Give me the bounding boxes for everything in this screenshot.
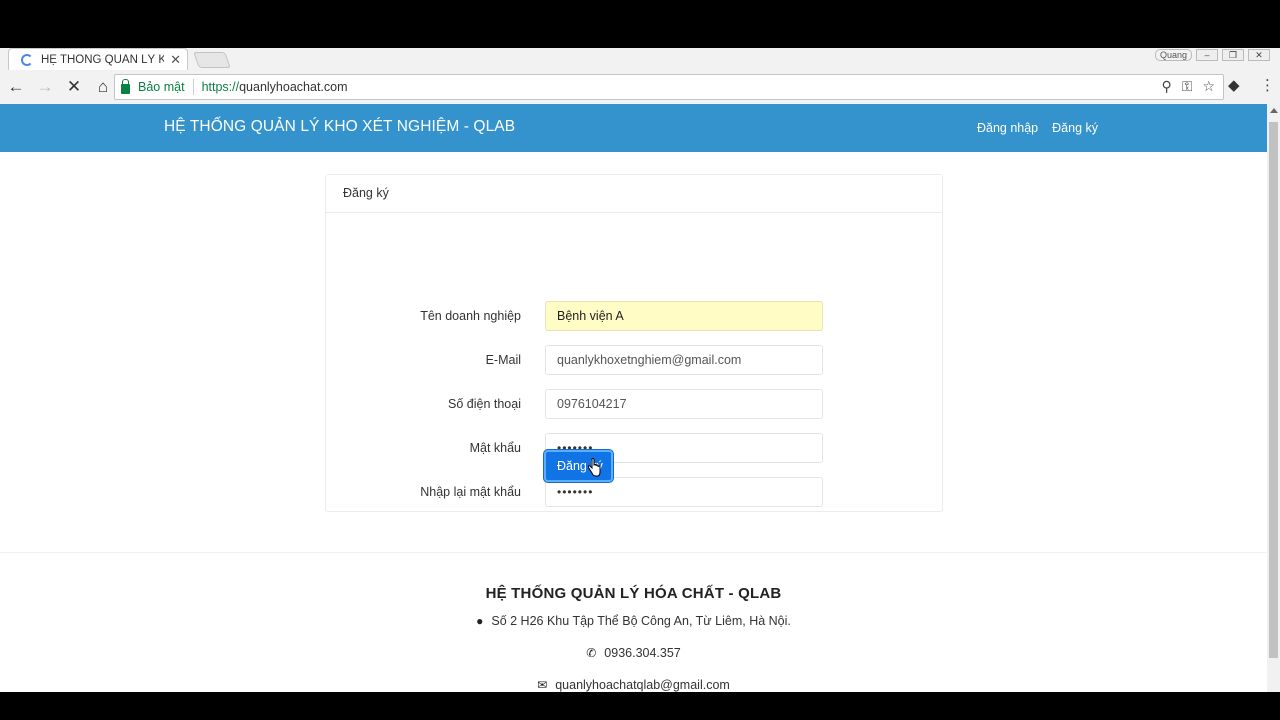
confirm-password-row: Nhập lại mật khẩu •••••••	[326, 477, 944, 507]
scroll-thumb[interactable]	[1269, 122, 1278, 658]
footer-address: ● Số 2 H26 Khu Tập Thể Bộ Công An, Từ Liê…	[0, 614, 1267, 628]
footer-phone: ✆ 0936.304.357	[0, 646, 1267, 660]
nav-login-link[interactable]: Đăng nhập	[977, 121, 1038, 135]
back-arrow-icon[interactable]: ←	[3, 74, 29, 100]
footer-divider	[0, 552, 1267, 553]
company-row: Tên doanh nghiệp Bệnh viện A	[326, 301, 944, 331]
url-text[interactable]: https://quanlyhoachat.com	[202, 80, 348, 94]
stop-loading-icon[interactable]: ✕	[61, 74, 87, 100]
key-icon[interactable]: ⚿	[1182, 78, 1193, 95]
lock-icon	[121, 79, 130, 94]
omnibox-icons: ⚲ ⚿ ☆	[1162, 78, 1215, 95]
browser-tab[interactable]: HỆ THỐNG QUẢN LÝ KH ✕	[8, 48, 188, 70]
phone-icon: ✆	[586, 646, 597, 660]
map-pin-icon: ●	[476, 614, 484, 628]
new-tab-button[interactable]	[193, 52, 231, 68]
nav-links: Đăng nhập Đăng ký	[977, 121, 1098, 135]
email-row: E-Mail quanlykhoxetnghiem@gmail.com	[326, 345, 944, 375]
password-row: Mật khẩu •••••••	[326, 433, 944, 463]
site-navbar: HỆ THỐNG QUẢN LÝ KHO XÉT NGHIỆM - QLAB Đ…	[0, 104, 1267, 152]
forward-arrow-icon[interactable]: →	[32, 74, 58, 100]
footer-address-text: Số 2 H26 Khu Tập Thể Bộ Công An, Từ Liêm…	[491, 614, 791, 628]
address-bar[interactable]: Bảo mật https://quanlyhoachat.com ⚲ ⚿ ☆	[114, 74, 1224, 100]
restore-icon[interactable]: ❐	[1222, 49, 1244, 61]
browser-toolbar: ← → ✕ ⌂ Bảo mật https://quanlyhoachat.co…	[0, 70, 1280, 104]
divider	[192, 79, 194, 95]
letterbox-bottom	[0, 692, 1280, 720]
scroll-up-icon[interactable]	[1270, 108, 1278, 113]
company-input[interactable]: Bệnh viện A	[545, 301, 823, 331]
hand-cursor-icon	[587, 458, 601, 477]
url-scheme: https://	[201, 80, 240, 94]
register-submit-button[interactable]: Đăng ký	[544, 450, 613, 482]
page-viewport: HỆ THỐNG QUẢN LÝ KHO XÉT NGHIỆM - QLAB Đ…	[0, 104, 1267, 692]
browser-chrome: HỆ THỐNG QUẢN LÝ KH ✕ Quang – ❐ ✕ ← → ✕ …	[0, 48, 1280, 104]
star-icon[interactable]: ☆	[1202, 78, 1215, 95]
loading-spinner-icon	[21, 53, 33, 66]
menu-dots-icon[interactable]: ⋮	[1260, 76, 1275, 94]
envelope-icon: ✉	[537, 678, 548, 692]
phone-label: Số điện thoại	[448, 397, 521, 411]
email-input[interactable]: quanlykhoxetnghiem@gmail.com	[545, 345, 823, 375]
phone-row: Số điện thoại 0976104217	[326, 389, 944, 419]
footer-phone-text: 0936.304.357	[604, 646, 681, 660]
register-card: Đăng ký Tên doanh nghiệp Bệnh viện A E-M…	[325, 174, 943, 512]
email-label: E-Mail	[485, 353, 521, 367]
letterbox-top	[0, 0, 1280, 48]
zoom-icon[interactable]: ⚲	[1162, 78, 1172, 95]
tab-strip: HỆ THỐNG QUẢN LÝ KH ✕ Quang – ❐ ✕	[0, 48, 1280, 70]
extension-eraser-icon[interactable]: ◆	[1228, 76, 1240, 94]
nav-register-link[interactable]: Đăng ký	[1052, 121, 1098, 135]
url-host: quanlyhoachat.com	[239, 80, 348, 94]
footer-email-text[interactable]: quanlyhoachatqlab@gmail.com	[555, 678, 730, 692]
close-window-icon[interactable]: ✕	[1248, 49, 1270, 61]
secure-label: Bảo mật	[138, 80, 185, 94]
footer-title: HỆ THỐNG QUẢN LÝ HÓA CHẤT - QLAB	[485, 585, 782, 602]
home-icon[interactable]: ⌂	[90, 74, 116, 100]
company-label: Tên doanh nghiệp	[420, 309, 521, 323]
tab-close-icon[interactable]: ✕	[170, 52, 181, 68]
footer-email: ✉ quanlyhoachatqlab@gmail.com	[0, 678, 1267, 692]
profile-button[interactable]: Quang	[1154, 49, 1192, 61]
page-scrollbar[interactable]	[1267, 104, 1280, 692]
tab-title: HỆ THỐNG QUẢN LÝ KH	[41, 53, 165, 66]
card-header: Đăng ký	[326, 175, 942, 213]
site-brand[interactable]: HỆ THỐNG QUẢN LÝ KHO XÉT NGHIỆM - QLAB	[164, 118, 515, 136]
password-label: Mật khẩu	[469, 441, 521, 455]
minimize-icon[interactable]: –	[1196, 49, 1218, 61]
window-controls: Quang – ❐ ✕	[1154, 48, 1270, 62]
confirm-password-label: Nhập lại mật khẩu	[420, 485, 521, 499]
phone-input[interactable]: 0976104217	[545, 389, 823, 419]
